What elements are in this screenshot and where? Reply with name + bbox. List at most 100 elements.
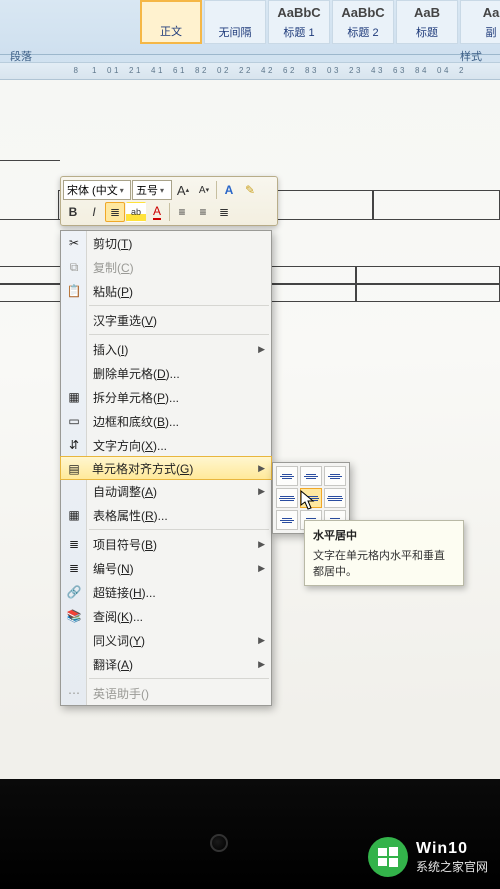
menu-item-delcells[interactable]: 删除单元格(D)... [61, 361, 271, 385]
menu-item-autofit[interactable]: 自动调整(A)▶ [61, 479, 271, 503]
menu-item-reconvert[interactable]: 汉字重选(V) [61, 308, 271, 332]
style-tile-5[interactable]: Aa副 [460, 0, 500, 44]
style-tile-2[interactable]: AaBbC 标题 1 [268, 0, 330, 44]
align-top-right[interactable] [324, 466, 346, 486]
menu-item-copy: ⧉复制(C) [61, 255, 271, 279]
menu-item-lookup[interactable]: 📚查阅(K)... [61, 604, 271, 628]
italic-button[interactable]: I [84, 202, 104, 222]
bullets-button[interactable]: ≣ [214, 202, 234, 222]
style-tile-3[interactable]: AaBbC标题 2 [332, 0, 394, 44]
ruler-tick: 40 [422, 66, 444, 75]
menu-item-label: 表格属性(R)... [93, 507, 168, 524]
format-painter-button[interactable]: ✎ [240, 180, 260, 200]
menu-item-englishassist: ⋯英语助手() [61, 681, 271, 705]
ruler-tick: 32 [334, 66, 356, 75]
align-middle-right[interactable] [324, 488, 346, 508]
paste-icon: 📋 [65, 282, 83, 300]
ruler-tick: 18 [180, 66, 202, 75]
table-border [355, 266, 357, 302]
font-size-value: 五号 [136, 182, 158, 198]
grow-font-button[interactable]: A▴ [173, 180, 193, 200]
menu-item-label: 删除单元格(D)... [93, 365, 180, 382]
cellalign-icon: ▤ [65, 460, 83, 478]
align-bottom-left[interactable] [276, 510, 298, 530]
context-menu[interactable]: ✂ 剪切(T) ⧉复制(C)📋粘贴(P) 汉字重选(V) 插入(I)▶ 删除单元格(D).… [60, 230, 272, 706]
table-cell[interactable] [0, 160, 60, 220]
screenshot-root: 正文无间隔AaBbC标题 1AaBbC标题 2AaB标题Aa副 段落 样式 81… [0, 0, 500, 889]
menu-item-label: 自动调整(A) [93, 483, 157, 500]
menu-item-cellalign[interactable]: ▤单元格对齐方式(G)▶ [60, 456, 272, 480]
menu-item-label: 复制(C) [93, 259, 134, 276]
menu-item-label: 文字方向(X)... [93, 437, 167, 454]
separator [169, 203, 170, 221]
submenu-arrow-icon: ▶ [258, 463, 265, 474]
menu-separator [89, 334, 269, 335]
watermark: Win10 系统之家官网 [368, 837, 488, 877]
style-sample: AaBbC [269, 5, 329, 20]
submenu-arrow-icon: ▶ [258, 659, 265, 670]
watermark-line2: 系统之家官网 [416, 858, 488, 875]
submenu-arrow-icon: ▶ [258, 539, 265, 550]
horizontal-ruler[interactable]: 81012141618202224262830323436384042 [0, 62, 500, 80]
menu-item-translate[interactable]: 翻译(A) ▶ [61, 652, 271, 676]
style-tile-1[interactable]: 无间隔 [204, 0, 266, 44]
ruler-tick: 34 [356, 66, 378, 75]
font-size-combo[interactable]: 五号▾ [132, 180, 172, 200]
menu-item-label: 同义词(Y) [93, 632, 145, 649]
style-sample: AaB [397, 5, 457, 20]
bold-button[interactable]: B [63, 202, 83, 222]
textdir-icon: ⇵ [65, 436, 83, 454]
menu-item-label: 查阅(K)... [93, 608, 143, 625]
separator [216, 181, 217, 199]
style-label: 标题 1 [283, 24, 314, 40]
menu-item-insert[interactable]: 插入(I)▶ [61, 337, 271, 361]
watermark-line1: Win10 [416, 840, 488, 858]
menu-item-label: 翻译(A) [93, 656, 133, 673]
table-border [372, 190, 374, 220]
menu-item-textdir[interactable]: ⇵ 文字方向(X)... [61, 433, 271, 457]
menu-item-paste[interactable]: 📋粘贴(P) [61, 279, 271, 303]
align-middle-left[interactable] [276, 488, 298, 508]
font-name-combo[interactable]: 宋体 (中文▾ [63, 180, 131, 200]
menu-item-bullets[interactable]: ≣项目符号(B)▶ [61, 532, 271, 556]
styles-a-button[interactable]: A [219, 180, 239, 200]
increase-indent-button[interactable]: ≡ [193, 202, 213, 222]
mini-toolbar[interactable]: 宋体 (中文▾ 五号▾ A▴ A▾ A ✎ B I ≣ ab A ≡ ≡ ≣ [60, 176, 278, 226]
style-label: 正文 [160, 23, 182, 39]
watermark-text: Win10 系统之家官网 [416, 840, 488, 875]
font-color-button[interactable]: A [147, 202, 167, 222]
cut-icon: ✂ [65, 234, 83, 252]
align-center-button[interactable]: ≣ [105, 202, 125, 222]
menu-item-tableprops[interactable]: ▦ 表格属性(R)... [61, 503, 271, 527]
align-top-center[interactable] [300, 466, 322, 486]
submenu-arrow-icon: ▶ [258, 635, 265, 646]
style-tile-4[interactable]: AaB 标题 [396, 0, 458, 44]
style-sample: AaBbC [333, 5, 393, 20]
align-top-left[interactable] [276, 466, 298, 486]
ruler-tick: 30 [312, 66, 334, 75]
menu-item-borders[interactable]: ▭边框和底纹(B)... [61, 409, 271, 433]
menu-item-splitcells[interactable]: ▦拆分单元格(P)... [61, 385, 271, 409]
menu-item-label: 剪切(T) [93, 235, 132, 252]
menu-item-hyperlink[interactable]: 🔗超链接(H)... [61, 580, 271, 604]
styles-gallery[interactable]: 正文无间隔AaBbC标题 1AaBbC标题 2AaB标题Aa副 [140, 0, 500, 44]
ruler-tick: 38 [400, 66, 422, 75]
style-label: 标题 [416, 24, 438, 40]
ruler-tick: 42 [444, 66, 466, 75]
menu-separator [89, 678, 269, 679]
shrink-font-button[interactable]: A▾ [194, 180, 214, 200]
style-tile-0[interactable]: 正文 [140, 0, 202, 44]
align-middle-center[interactable] [300, 488, 322, 508]
tableprops-icon: ▦ [65, 506, 83, 524]
menu-item-numbering[interactable]: ≣编号(N)▶ [61, 556, 271, 580]
ruler-tick: 16 [158, 66, 180, 75]
menu-item-cut[interactable]: ✂ 剪切(T) [61, 231, 271, 255]
menu-item-label: 汉字重选(V) [93, 312, 157, 329]
ruler-tick: 36 [378, 66, 400, 75]
chevron-down-icon: ▾ [120, 186, 124, 195]
highlight-color-button[interactable]: ab [126, 202, 146, 222]
menu-item-synonyms[interactable]: 同义词(Y) ▶ [61, 628, 271, 652]
ruler-tick: 24 [246, 66, 268, 75]
menu-item-label: 边框和底纹(B)... [93, 413, 179, 430]
decrease-indent-button[interactable]: ≡ [172, 202, 192, 222]
